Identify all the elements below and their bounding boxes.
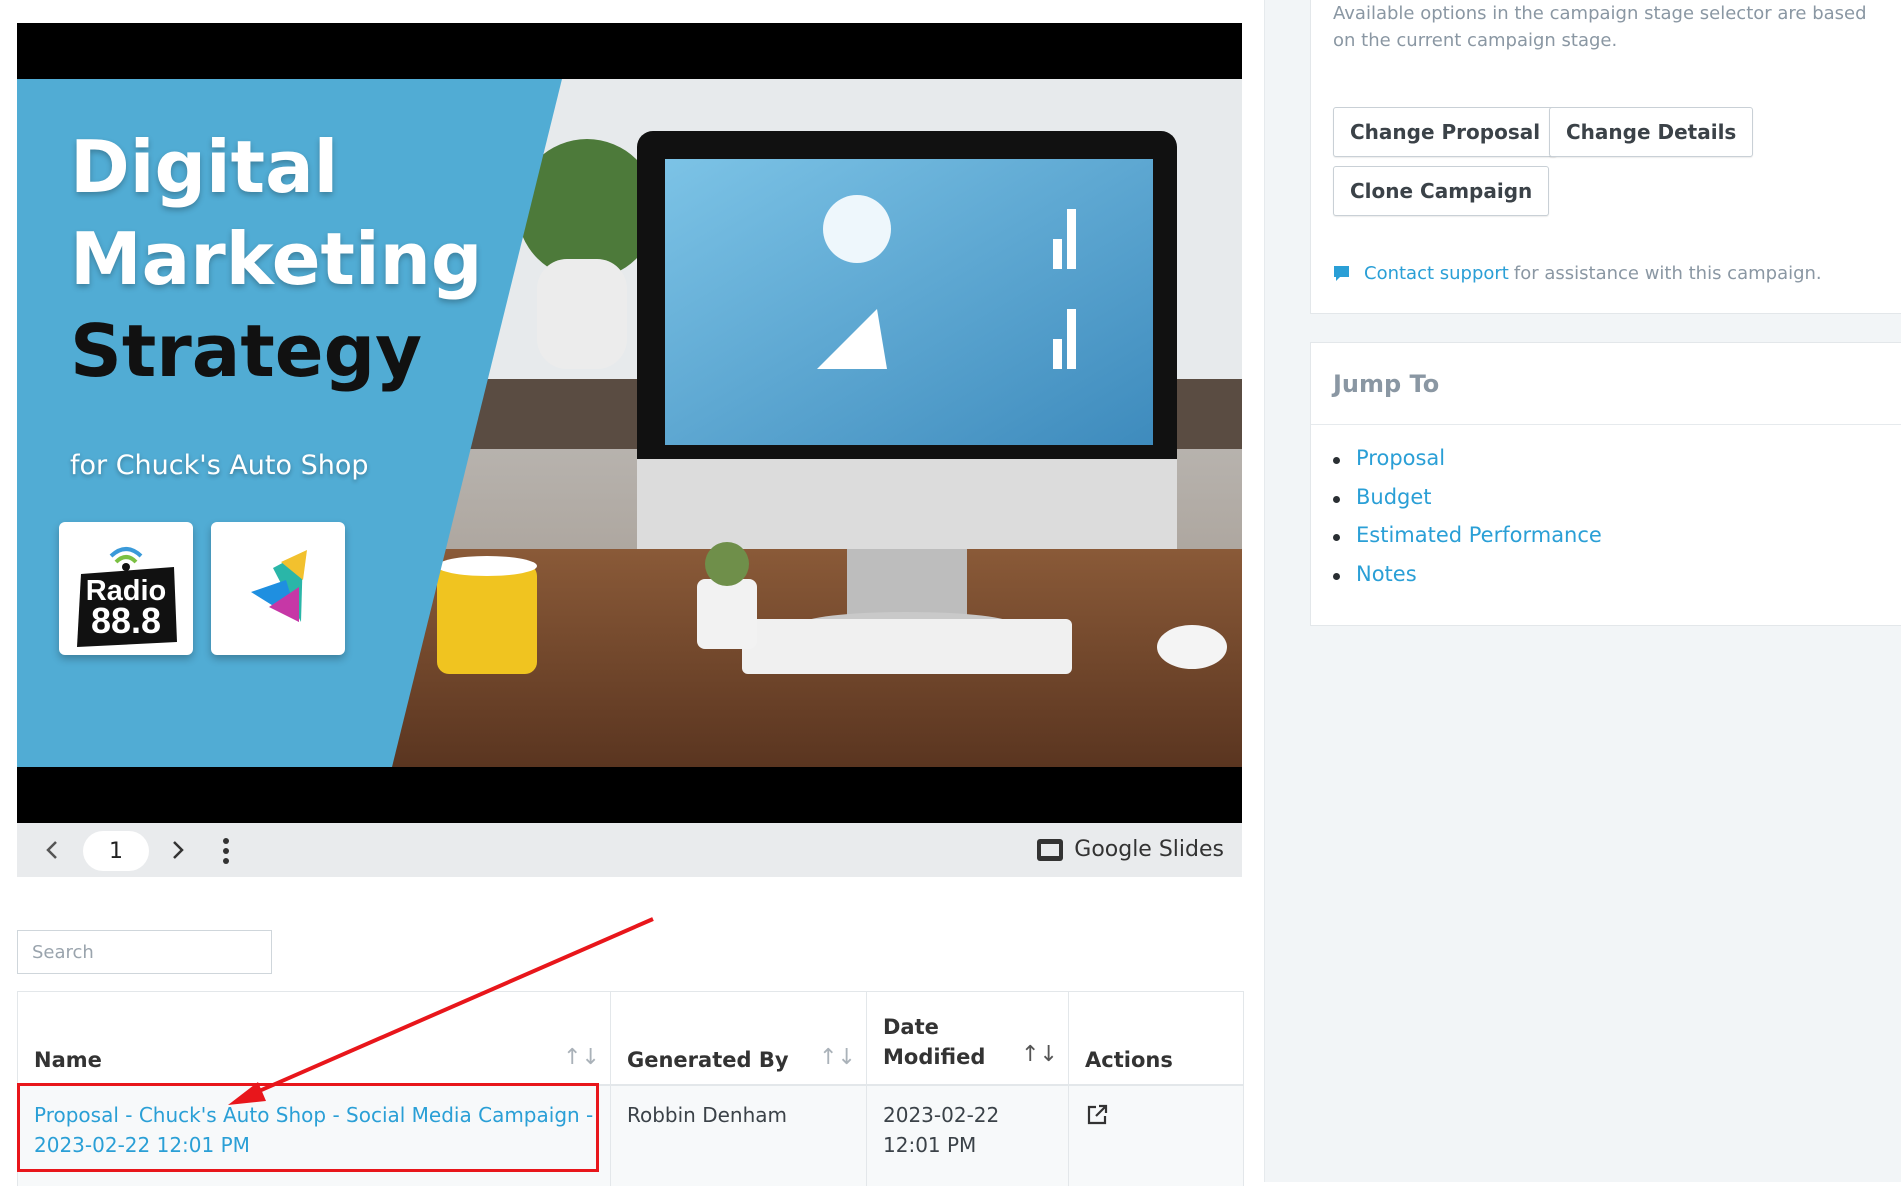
search-input[interactable] — [17, 930, 272, 974]
slide-title-line: Marketing — [70, 217, 483, 301]
jump-to-list: Proposal Budget Estimated Performance No… — [1333, 446, 1602, 600]
sort-icon: ↑↓ — [1021, 1042, 1058, 1067]
stage-note: Available options in the campaign stage … — [1333, 3, 1867, 51]
more-options-icon[interactable] — [221, 837, 231, 865]
slide-page-number[interactable]: 1 — [83, 831, 149, 871]
slide-title: Digital Marketing Strategy — [70, 121, 482, 397]
slide-image[interactable]: Digital Marketing Strategy for Chuck's A… — [17, 79, 1242, 767]
jump-to-title: Jump To — [1333, 370, 1440, 398]
change-proposal-button[interactable]: Change Proposal — [1333, 107, 1558, 157]
slide-title-line: Digital — [70, 125, 339, 209]
actions-cell — [1068, 1086, 1243, 1186]
sort-icon: ↑↓ — [563, 1045, 600, 1070]
column-header-generated-by[interactable]: Generated By ↑↓ — [610, 992, 866, 1084]
change-details-button[interactable]: Change Details — [1549, 107, 1754, 157]
column-header-label-line: Modified — [883, 1045, 986, 1069]
google-slides-label: Google Slides — [1074, 837, 1224, 862]
chat-icon — [1333, 265, 1350, 283]
generated-by-cell: Robbin Denham — [610, 1086, 866, 1186]
jump-link-proposal[interactable]: Proposal — [1333, 446, 1602, 485]
open-external-icon[interactable] — [1085, 1103, 1109, 1127]
sort-icon: ↑↓ — [819, 1045, 856, 1070]
column-header-label: Actions — [1085, 1048, 1173, 1072]
slide-toolbar: 1 Google Slides — [17, 823, 1242, 877]
next-slide-icon[interactable] — [167, 839, 187, 861]
jump-link-notes[interactable]: Notes — [1333, 562, 1602, 601]
contact-support-link[interactable]: Contact support — [1364, 263, 1509, 284]
radio-logo: Radio 88.8 — [59, 522, 193, 655]
clone-campaign-button[interactable]: Clone Campaign — [1333, 166, 1550, 216]
jump-link-budget[interactable]: Budget — [1333, 485, 1602, 524]
slide-title-line: Strategy — [70, 309, 423, 393]
column-header-label: Generated By — [627, 1048, 789, 1072]
support-text: for assistance with this campaign. — [1513, 263, 1822, 284]
column-header-actions: Actions — [1068, 992, 1243, 1084]
table-header: Name ↑↓ Generated By ↑↓ Date Modified ↑↓… — [18, 992, 1243, 1086]
column-header-label: Date Modified — [883, 1012, 985, 1072]
jump-link-estimated-performance[interactable]: Estimated Performance — [1333, 523, 1602, 562]
support-line: Contact support for assistance with this… — [1333, 263, 1822, 284]
previous-slide-icon[interactable] — [43, 839, 63, 861]
google-slides-link[interactable]: Google Slides — [1036, 837, 1224, 862]
annotation-highlight-box — [17, 1083, 599, 1172]
column-header-date-modified[interactable]: Date Modified ↑↓ — [866, 992, 1068, 1084]
column-header-name[interactable]: Name ↑↓ — [18, 992, 610, 1084]
logo-text: 88.8 — [91, 600, 161, 641]
brand-logo — [211, 522, 345, 655]
date-modified-cell: 2023-02-22 12:01 PM — [866, 1086, 1068, 1186]
slides-icon — [1036, 838, 1064, 862]
divider — [1311, 424, 1901, 425]
column-header-label-line: Date — [883, 1015, 939, 1039]
slide-subtitle: for Chuck's Auto Shop — [70, 450, 369, 481]
column-header-label: Name — [34, 1048, 102, 1072]
